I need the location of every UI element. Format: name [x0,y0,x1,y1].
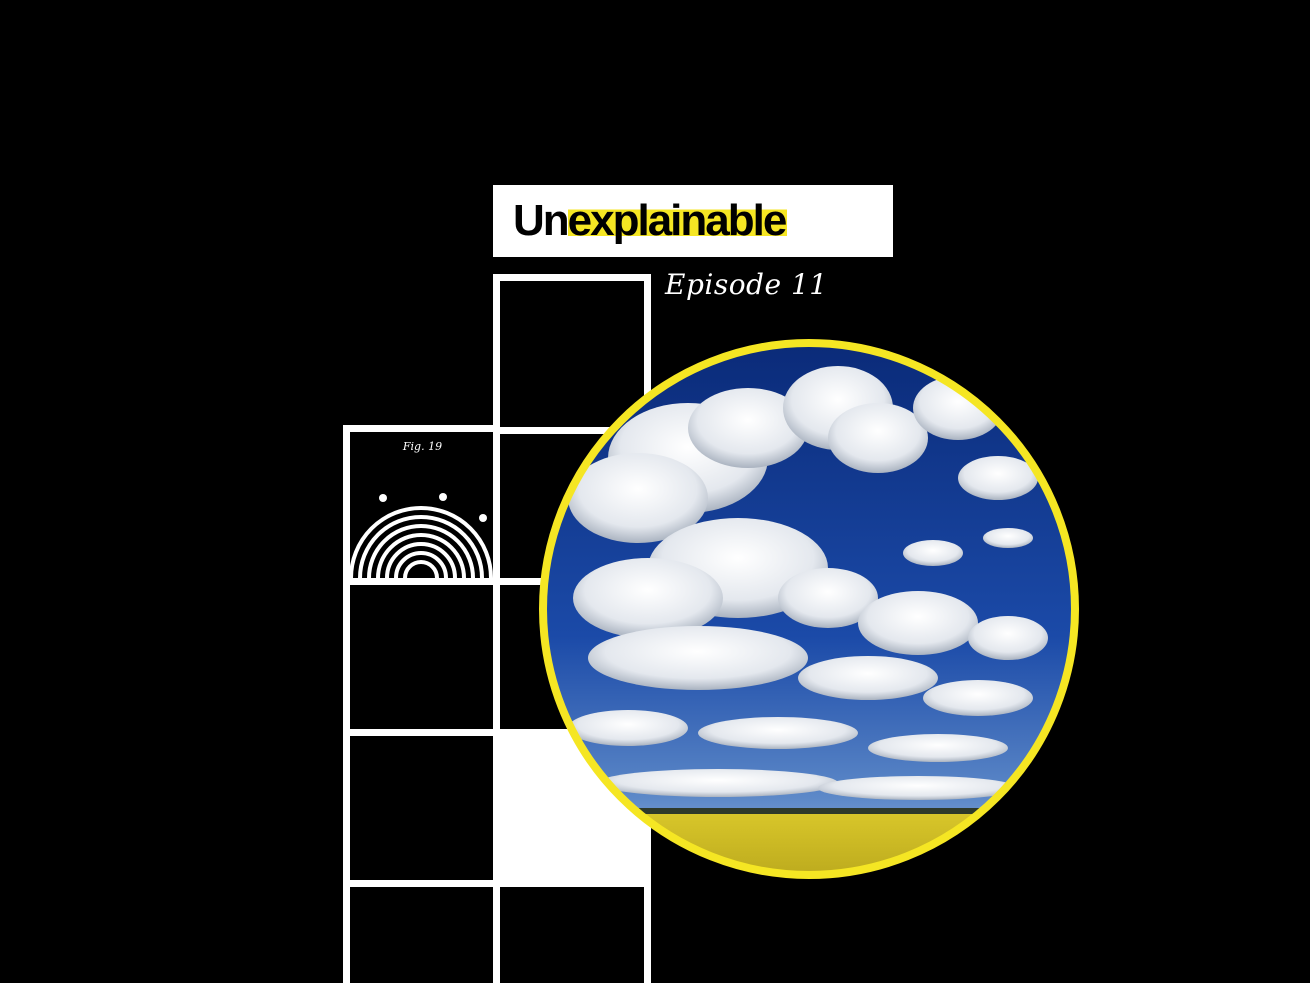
grid-cell [343,578,500,736]
grid-cell [493,880,651,983]
logo-box: Unexplainable [493,185,893,257]
concentric-arcs-illustration [349,493,493,578]
logo-highlight: explainable [567,196,788,245]
episode-cover-art: Unexplainable Episode 11 Fig. 19 [0,0,1310,983]
logo-prefix: Un [513,196,570,245]
episode-label: Episode 11 [665,268,828,301]
logo-wordmark: Unexplainable [513,195,788,247]
grid-cell [343,880,500,983]
figure-label: Fig. 19 [402,440,443,453]
sky-field-photo [539,339,1079,879]
grid-cell [343,729,500,887]
